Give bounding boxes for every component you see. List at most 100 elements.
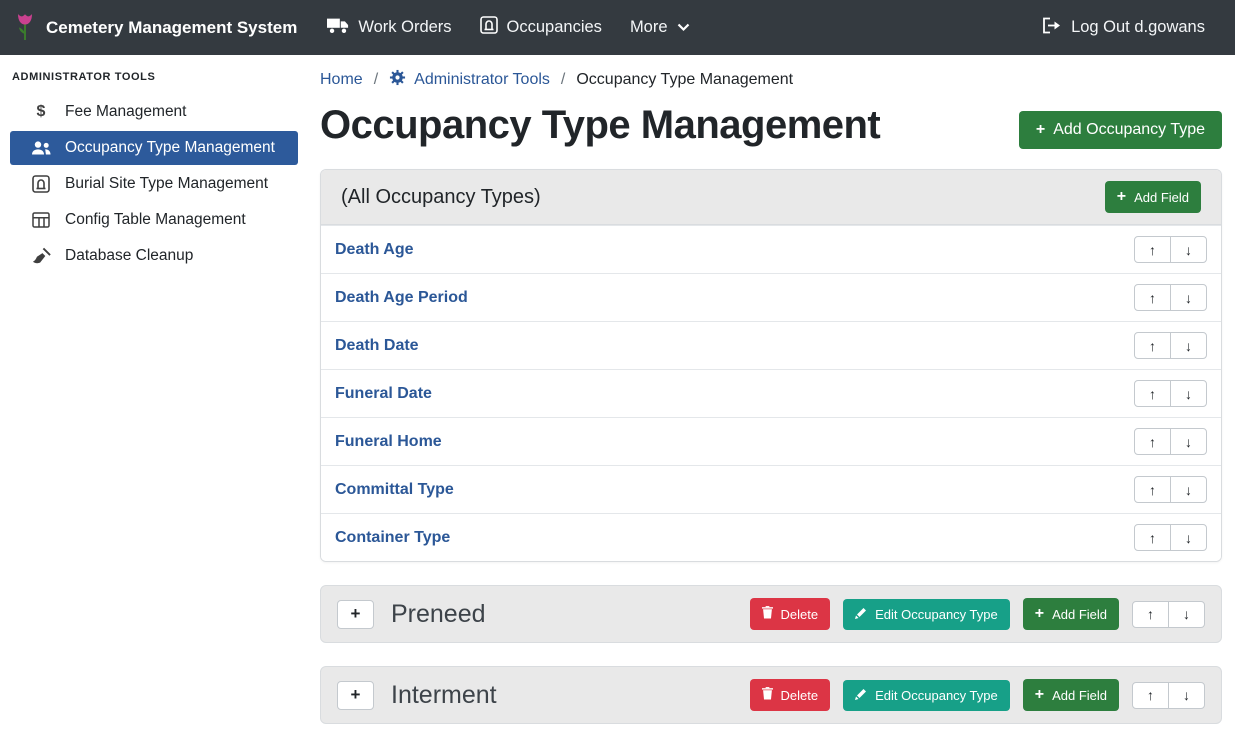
move-down-button[interactable]: ↓ — [1170, 332, 1207, 359]
down-arrow-icon: ↓ — [1185, 482, 1192, 498]
nav-more-label: More — [630, 18, 668, 37]
nav-work-orders[interactable]: Work Orders — [313, 9, 465, 47]
move-up-button[interactable]: ↑ — [1134, 332, 1171, 359]
section-title: Interment — [391, 681, 497, 710]
app-title: Cemetery Management System — [46, 18, 297, 38]
occupancy-type-section-interment: + Interment Delete — [320, 666, 1222, 724]
move-up-button[interactable]: ↑ — [1134, 380, 1171, 407]
field-row: Death Date ↑ ↓ — [321, 321, 1221, 369]
field-link-committal-type[interactable]: Committal Type — [335, 481, 454, 499]
main-content: Home / Administrator Tools — [308, 55, 1235, 738]
breadcrumb-admin-tools-link[interactable]: Administrator Tools — [389, 69, 550, 91]
plus-icon: + — [1035, 687, 1044, 703]
plus-icon: + — [1035, 606, 1044, 622]
reorder-button-group: ↑ ↓ — [1132, 601, 1205, 628]
move-down-button[interactable]: ↓ — [1170, 236, 1207, 263]
field-link-death-age-period[interactable]: Death Age Period — [335, 289, 468, 307]
tombstone-icon — [30, 175, 52, 193]
edit-occupancy-type-button[interactable]: Edit Occupancy Type — [843, 599, 1010, 630]
reorder-button-group: ↑ ↓ — [1134, 524, 1207, 551]
nav-more[interactable]: More — [616, 10, 704, 45]
all-occupancy-types-card: (All Occupancy Types) + Add Field Death … — [320, 169, 1222, 562]
delete-label: Delete — [781, 688, 819, 703]
down-arrow-icon: ↓ — [1185, 386, 1192, 402]
add-occupancy-type-button[interactable]: + Add Occupancy Type — [1019, 111, 1222, 149]
delete-button[interactable]: Delete — [750, 598, 831, 630]
sidebar-item-occupancy-type-management[interactable]: Occupancy Type Management — [10, 131, 298, 165]
add-field-button[interactable]: + Add Field — [1023, 598, 1119, 630]
field-link-container-type[interactable]: Container Type — [335, 529, 450, 547]
delete-button[interactable]: Delete — [750, 679, 831, 711]
down-arrow-icon: ↓ — [1185, 242, 1192, 258]
logout-link[interactable]: Log Out d.gowans — [1028, 9, 1219, 47]
reorder-button-group: ↑ ↓ — [1134, 332, 1207, 359]
plus-icon: + — [351, 685, 361, 705]
move-up-button[interactable]: ↑ — [1132, 601, 1169, 628]
field-link-funeral-home[interactable]: Funeral Home — [335, 433, 442, 451]
app-brand[interactable]: Cemetery Management System — [14, 13, 297, 42]
move-up-button[interactable]: ↑ — [1134, 428, 1171, 455]
breadcrumb-admin-tools-label: Administrator Tools — [414, 71, 550, 89]
move-up-button[interactable]: ↑ — [1134, 284, 1171, 311]
sidebar-item-database-cleanup[interactable]: Database Cleanup — [10, 239, 298, 273]
field-link-death-age[interactable]: Death Age — [335, 241, 414, 259]
nav-work-orders-label: Work Orders — [358, 18, 451, 37]
field-row: Committal Type ↑ ↓ — [321, 465, 1221, 513]
up-arrow-icon: ↑ — [1149, 242, 1156, 258]
broom-icon — [30, 247, 52, 265]
field-row: Death Age Period ↑ ↓ — [321, 273, 1221, 321]
move-down-button[interactable]: ↓ — [1168, 601, 1205, 628]
field-link-funeral-date[interactable]: Funeral Date — [335, 385, 432, 403]
edit-occupancy-type-label: Edit Occupancy Type — [875, 688, 998, 703]
edit-occupancy-type-button[interactable]: Edit Occupancy Type — [843, 680, 1010, 711]
field-row: Funeral Home ↑ ↓ — [321, 417, 1221, 465]
move-down-button[interactable]: ↓ — [1170, 428, 1207, 455]
tombstone-icon — [480, 16, 498, 39]
occupancy-type-section-preneed: + Preneed Delete — [320, 585, 1222, 643]
reorder-button-group: ↑ ↓ — [1134, 428, 1207, 455]
dollar-icon: $ — [30, 103, 52, 121]
tulip-logo-icon — [14, 13, 36, 42]
logout-icon — [1042, 17, 1062, 39]
sidebar-item-burial-site-type-management[interactable]: Burial Site Type Management — [10, 167, 298, 201]
plus-icon: + — [1036, 122, 1045, 138]
down-arrow-icon: ↓ — [1185, 434, 1192, 450]
expand-section-button[interactable]: + — [337, 600, 374, 629]
expand-section-button[interactable]: + — [337, 681, 374, 710]
field-link-death-date[interactable]: Death Date — [335, 337, 419, 355]
nav-occupancies[interactable]: Occupancies — [466, 8, 616, 47]
add-field-label: Add Field — [1134, 190, 1189, 205]
field-row: Funeral Date ↑ ↓ — [321, 369, 1221, 417]
sidebar-item-label: Config Table Management — [65, 211, 246, 229]
sidebar-item-config-table-management[interactable]: Config Table Management — [10, 203, 298, 237]
move-up-button[interactable]: ↑ — [1132, 682, 1169, 709]
down-arrow-icon: ↓ — [1185, 530, 1192, 546]
nav-occupancies-label: Occupancies — [507, 18, 602, 37]
chevron-down-icon — [677, 18, 690, 37]
add-field-button[interactable]: + Add Field — [1023, 679, 1119, 711]
pencil-icon — [855, 607, 867, 622]
sidebar-item-fee-management[interactable]: $ Fee Management — [10, 95, 298, 129]
up-arrow-icon: ↑ — [1149, 530, 1156, 546]
move-down-button[interactable]: ↓ — [1170, 284, 1207, 311]
move-down-button[interactable]: ↓ — [1170, 524, 1207, 551]
up-arrow-icon: ↑ — [1147, 606, 1154, 622]
add-field-button[interactable]: + Add Field — [1105, 181, 1201, 213]
breadcrumb-home-link[interactable]: Home — [320, 71, 363, 89]
up-arrow-icon: ↑ — [1149, 482, 1156, 498]
reorder-button-group: ↑ ↓ — [1134, 284, 1207, 311]
move-up-button[interactable]: ↑ — [1134, 524, 1171, 551]
move-down-button[interactable]: ↓ — [1170, 476, 1207, 503]
move-down-button[interactable]: ↓ — [1168, 682, 1205, 709]
section-title: Preneed — [391, 600, 486, 629]
page-title: Occupancy Type Management — [320, 103, 880, 148]
move-up-button[interactable]: ↑ — [1134, 236, 1171, 263]
down-arrow-icon: ↓ — [1185, 338, 1192, 354]
move-down-button[interactable]: ↓ — [1170, 380, 1207, 407]
sidebar-item-label: Fee Management — [65, 103, 187, 121]
add-occupancy-type-label: Add Occupancy Type — [1053, 121, 1205, 139]
breadcrumb-current: Occupancy Type Management — [576, 71, 793, 89]
reorder-button-group: ↑ ↓ — [1134, 476, 1207, 503]
sidebar-item-label: Burial Site Type Management — [65, 175, 268, 193]
move-up-button[interactable]: ↑ — [1134, 476, 1171, 503]
